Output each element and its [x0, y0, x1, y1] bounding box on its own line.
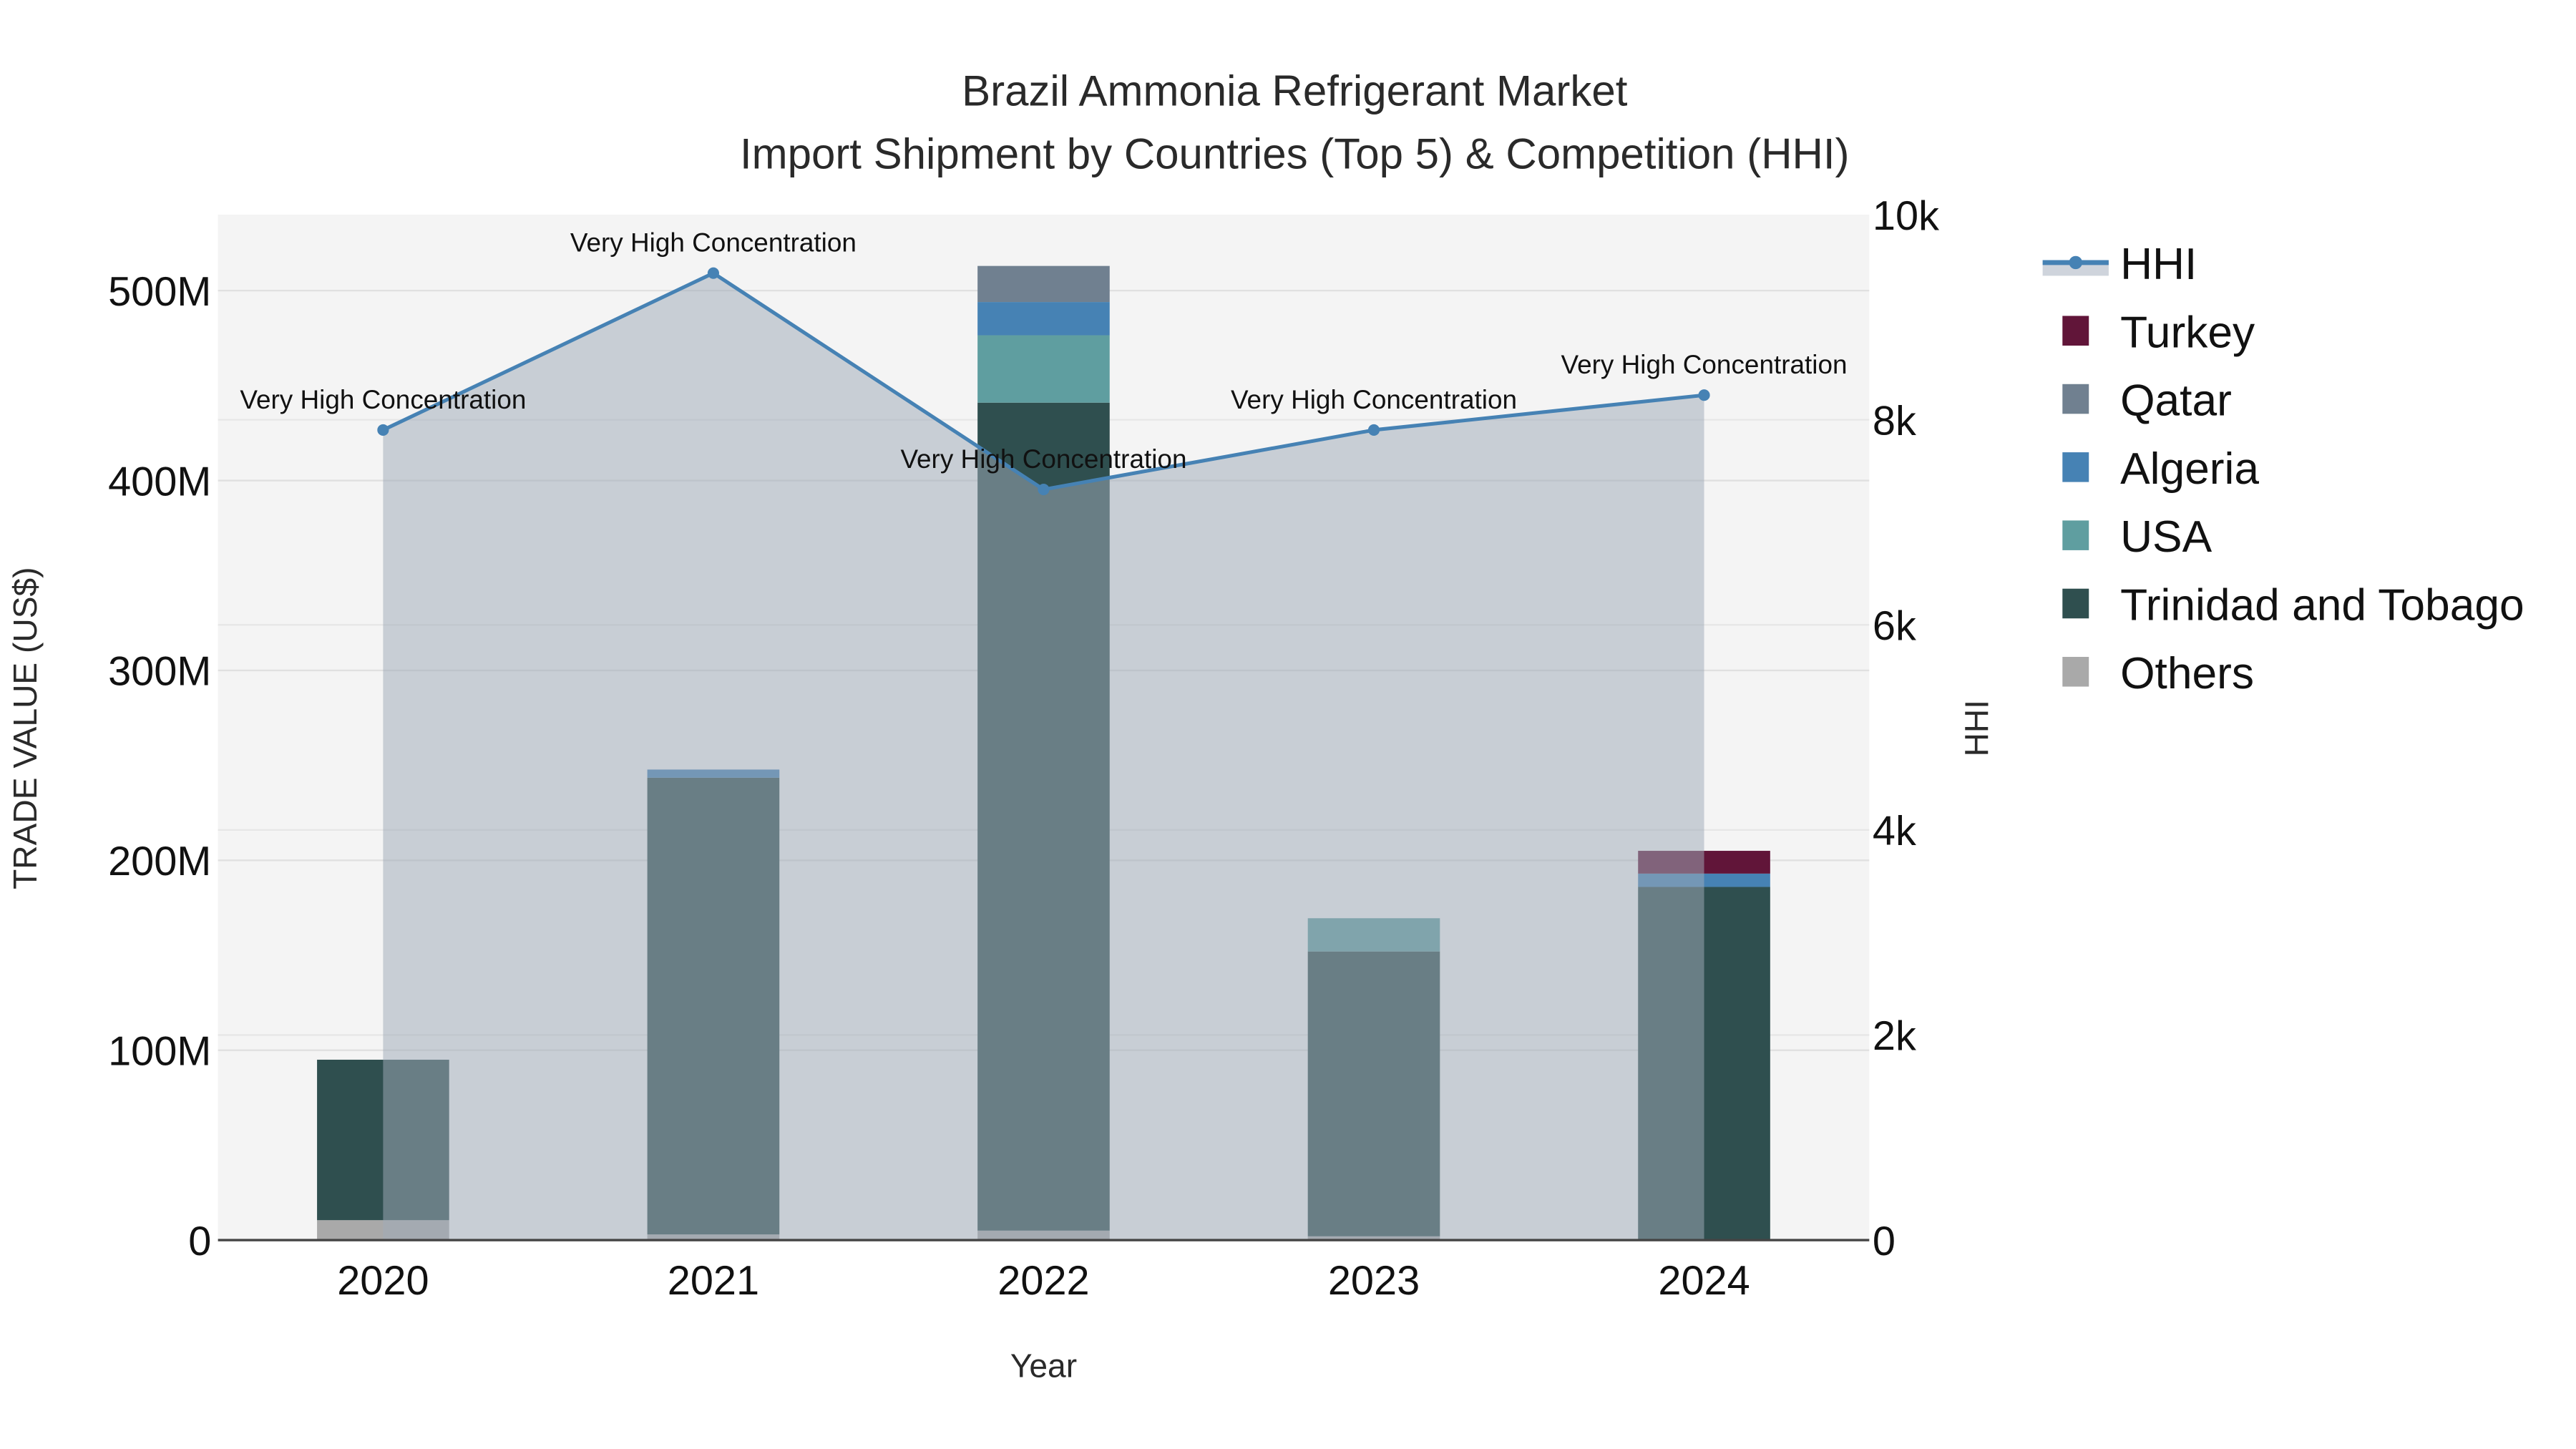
y2-tick-label: 2k — [1873, 1013, 1916, 1059]
legend-label: Qatar — [2120, 376, 2232, 426]
y2-tick-label: 0 — [1873, 1219, 1896, 1264]
legend-label: USA — [2120, 512, 2212, 562]
hhi-point-2023 — [1367, 424, 1380, 436]
legend-swatch-algeria — [2062, 452, 2089, 482]
legend-swatch-others — [2062, 657, 2089, 687]
hhi-annotation: Very High Concentration — [240, 385, 526, 414]
x-tick-label: 2021 — [668, 1258, 759, 1304]
hhi-point-2021 — [707, 267, 719, 279]
legend: HHI Turkey Qatar Algeria USA Trinidad and Tob… — [2042, 240, 2524, 698]
legend-hhi-marker — [2069, 255, 2082, 270]
legend-swatch-trinidad-and-tobago — [2062, 588, 2089, 619]
chart: Brazil Ammonia Refrigerant Market Import… — [6, 67, 2524, 1385]
hhi-annotation: Very High Concentration — [570, 228, 857, 258]
legend-label: Algeria — [2120, 444, 2259, 494]
y2-tick-label: 8k — [1873, 398, 1916, 444]
x-axis-title: Year — [1010, 1347, 1077, 1385]
y2-tick-label: 10k — [1873, 193, 1939, 239]
legend-label: Turkey — [2120, 308, 2255, 357]
bar-qatar-2022 — [977, 265, 1110, 303]
y-tick-label: 300M — [108, 649, 211, 695]
legend-swatch-usa — [2062, 520, 2089, 550]
legend-swatch-turkey — [2062, 316, 2089, 346]
chart-title: Brazil Ammonia Refrigerant Market — [962, 67, 1628, 115]
x-tick-label: 2024 — [1658, 1258, 1750, 1304]
hhi-annotation: Very High Concentration — [1231, 385, 1517, 414]
y2-tick-label: 6k — [1873, 603, 1916, 649]
y-tick-label: 100M — [108, 1028, 211, 1074]
legend-swatch-qatar — [2062, 384, 2089, 414]
y-tick-label: 200M — [108, 839, 211, 884]
bar-usa-2022 — [977, 335, 1110, 403]
hhi-point-2024 — [1698, 389, 1710, 401]
chart-subtitle: Import Shipment by Countries (Top 5) & C… — [740, 130, 1850, 177]
y2-axis-title: HHI — [1958, 700, 1995, 756]
legend-label: Trinidad and Tobago — [2120, 581, 2524, 630]
y2-tick-label: 4k — [1873, 809, 1916, 854]
legend-label: Others — [2120, 649, 2254, 698]
y-tick-label: 0 — [188, 1219, 211, 1264]
hhi-point-2020 — [377, 424, 389, 436]
x-tick-label: 2020 — [337, 1258, 429, 1304]
hhi-point-2022 — [1038, 483, 1050, 496]
y-axis-title: TRADE VALUE (US$) — [6, 567, 44, 889]
x-tick-label: 2023 — [1328, 1258, 1420, 1304]
hhi-annotation: Very High Concentration — [1561, 350, 1848, 379]
legend-label: HHI — [2120, 240, 2197, 289]
x-tick-label: 2022 — [997, 1258, 1089, 1304]
hhi-annotation: Very High Concentration — [900, 444, 1186, 474]
bar-algeria-2022 — [977, 302, 1110, 336]
y-tick-label: 400M — [108, 459, 211, 504]
y-tick-label: 500M — [108, 269, 211, 315]
